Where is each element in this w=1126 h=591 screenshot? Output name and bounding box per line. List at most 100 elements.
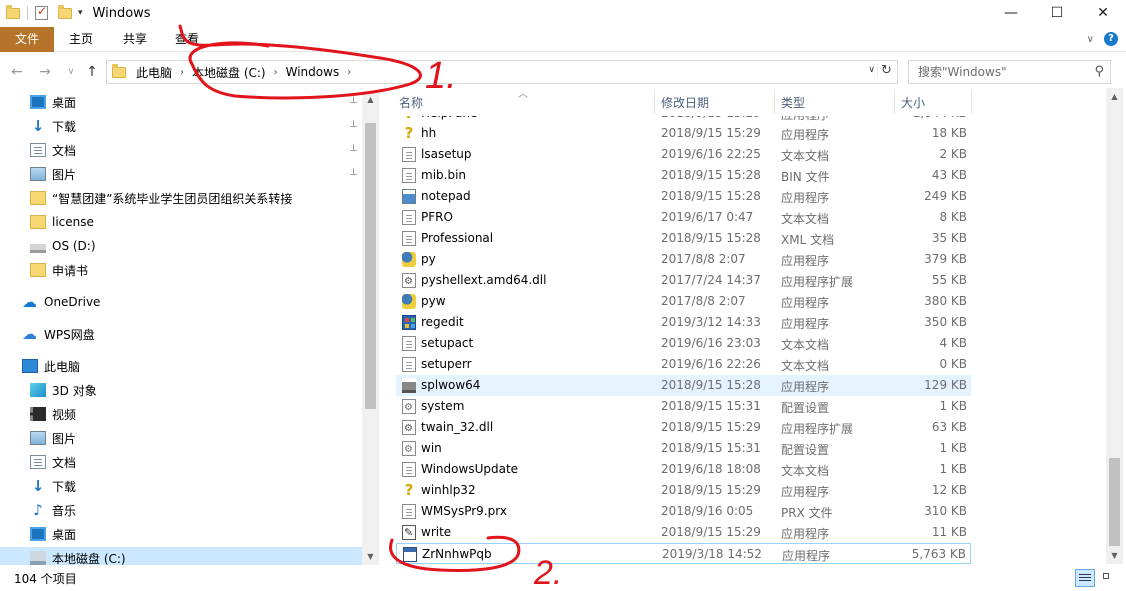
- file-row[interactable]: regedit 2019/3/12 14:33 应用程序 350 KB: [396, 312, 971, 333]
- sidebar-item[interactable]: ↓ 下载: [30, 475, 76, 497]
- properties-icon[interactable]: [35, 4, 48, 20]
- nav-pane-scrollbar[interactable]: ▲ ▼: [362, 91, 379, 565]
- column-header-type[interactable]: 类型: [781, 88, 805, 116]
- pin-icon[interactable]: ⊥: [349, 143, 358, 154]
- file-row[interactable]: notepad 2018/9/15 15:28 应用程序 249 KB: [396, 186, 971, 207]
- new-folder-icon[interactable]: [58, 4, 72, 19]
- file-row[interactable]: PFRO 2019/6/17 0:47 文本文档 8 KB: [396, 207, 971, 228]
- sidebar-item[interactable]: 本地磁盘 (C:): [0, 547, 362, 565]
- column-divider[interactable]: [654, 90, 655, 114]
- column-header-name[interactable]: 名称: [399, 88, 423, 116]
- chevron-right-icon[interactable]: ›: [347, 67, 351, 78]
- file-row[interactable]: splwow64 2018/9/15 15:28 应用程序 129 KB: [396, 375, 971, 396]
- column-divider[interactable]: [894, 90, 895, 114]
- sidebar-item[interactable]: 视频: [30, 403, 76, 425]
- file-type: 文本文档: [781, 338, 830, 352]
- scrollbar-thumb[interactable]: [1109, 458, 1120, 546]
- pin-icon[interactable]: ⊥: [349, 95, 358, 106]
- column-divider[interactable]: [774, 90, 775, 114]
- minimize-button[interactable]: —: [988, 0, 1034, 26]
- file-row[interactable]: ? hh 2018/9/15 15:29 应用程序 18 KB: [396, 123, 971, 144]
- back-button[interactable]: ←: [8, 62, 26, 82]
- file-row[interactable]: write 2018/9/15 15:29 应用程序 11 KB: [396, 522, 971, 543]
- sidebar-item[interactable]: OS (D:): [30, 235, 96, 257]
- tab-share[interactable]: 共享: [116, 27, 154, 52]
- tab-file[interactable]: 文件: [0, 27, 54, 52]
- file-modified-date: 2018/9/15 15:29: [661, 420, 761, 434]
- file-size: 12 KB: [931, 483, 967, 497]
- file-row[interactable]: win 2018/9/15 15:31 配置设置 1 KB: [396, 438, 971, 459]
- details-view-button[interactable]: [1075, 569, 1095, 587]
- folder-icon: [30, 263, 46, 277]
- scrollbar-thumb[interactable]: [365, 123, 376, 409]
- sidebar-item[interactable]: 此电脑: [22, 355, 80, 377]
- sidebar-item[interactable]: ☁ OneDrive: [22, 291, 100, 313]
- file-row[interactable]: ZrNnhwPqb 2019/3/18 14:52 应用程序 5,763 KB: [396, 543, 971, 564]
- sidebar-item[interactable]: 文档: [30, 139, 76, 161]
- file-row[interactable]: WMSysPr9.prx 2018/9/16 0:05 PRX 文件 310 KB: [396, 501, 971, 522]
- recent-locations-button[interactable]: ∨: [62, 62, 80, 82]
- file-row[interactable]: twain_32.dll 2018/9/15 15:29 应用程序扩展 63 KB: [396, 417, 971, 438]
- scroll-down-arrow[interactable]: ▼: [362, 548, 379, 565]
- file-row[interactable]: pyw 2017/8/8 2:07 应用程序 380 KB: [396, 291, 971, 312]
- sidebar-item[interactable]: 3D 对象: [30, 379, 97, 401]
- file-row[interactable]: system 2018/9/15 15:31 配置设置 1 KB: [396, 396, 971, 417]
- write-icon: [402, 525, 416, 540]
- scroll-down-arrow[interactable]: ▼: [1106, 547, 1123, 564]
- sidebar-item[interactable]: 图片: [30, 427, 76, 449]
- column-divider[interactable]: [971, 90, 972, 114]
- file-row[interactable]: ? winhlp32 2018/9/15 15:29 应用程序 12 KB: [396, 480, 971, 501]
- file-row[interactable]: setupact 2019/6/16 23:03 文本文档 4 KB: [396, 333, 971, 354]
- chevron-right-icon[interactable]: ›: [180, 67, 184, 78]
- tab-home[interactable]: 主页: [62, 27, 100, 52]
- sidebar-item[interactable]: 申请书: [30, 259, 88, 281]
- file-list-scrollbar[interactable]: ▲ ▼: [1106, 88, 1123, 564]
- file-row[interactable]: mib.bin 2018/9/15 15:28 BIN 文件 43 KB: [396, 165, 971, 186]
- file-name: pyw: [421, 294, 446, 308]
- scroll-up-arrow[interactable]: ▲: [362, 91, 379, 108]
- expand-ribbon-icon[interactable]: ∨: [1087, 34, 1094, 45]
- file-row[interactable]: lsasetup 2019/6/16 22:25 文本文档 2 KB: [396, 144, 971, 165]
- sidebar-item[interactable]: “智慧团建”系统毕业学生团员团组织关系转接: [30, 187, 292, 209]
- sidebar-item[interactable]: ♪ 音乐: [30, 499, 76, 521]
- file-modified-date: 2019/6/18 18:08: [661, 462, 761, 476]
- file-size: 4 KB: [939, 336, 967, 350]
- chevron-right-icon[interactable]: ›: [274, 67, 278, 78]
- sidebar-item[interactable]: ☁ WPS网盘: [22, 323, 95, 345]
- forward-button[interactable]: →: [36, 62, 54, 82]
- file-row[interactable]: pyshellext.amd64.dll 2017/7/24 14:37 应用程序扩…: [396, 270, 971, 291]
- column-header-size[interactable]: 大小: [901, 88, 925, 116]
- sidebar-item[interactable]: license: [30, 211, 94, 233]
- sidebar-item[interactable]: ↓ 下载: [30, 115, 76, 137]
- sidebar-item[interactable]: 桌面: [30, 523, 76, 545]
- customize-toolbar-icon[interactable]: ▾: [78, 8, 83, 18]
- file-size: 11 KB: [931, 525, 967, 539]
- column-header-modified[interactable]: 修改日期: [661, 88, 709, 116]
- sidebar-item[interactable]: 桌面: [30, 91, 76, 113]
- up-button[interactable]: ↑: [83, 62, 101, 82]
- file-row[interactable]: setuperr 2019/6/16 22:26 文本文档 0 KB: [396, 354, 971, 375]
- search-input[interactable]: 搜索"Windows" ⚲: [908, 60, 1111, 84]
- pin-icon[interactable]: ⊥: [349, 119, 358, 130]
- scroll-up-arrow[interactable]: ▲: [1106, 88, 1123, 105]
- close-button[interactable]: ✕: [1080, 0, 1126, 26]
- tab-view[interactable]: 查看: [168, 27, 206, 52]
- refresh-button[interactable]: ↻: [877, 63, 895, 78]
- sidebar-item[interactable]: 文档: [30, 451, 76, 473]
- file-row[interactable]: WindowsUpdate 2019/6/18 18:08 文本文档 1 KB: [396, 459, 971, 480]
- search-icon[interactable]: ⚲: [1094, 61, 1104, 83]
- breadcrumb-local-disk[interactable]: 本地磁盘 (C:): [192, 64, 266, 81]
- maximize-button[interactable]: ☐: [1034, 0, 1080, 26]
- sidebar-item-label: 图片: [52, 431, 77, 446]
- large-icons-view-button[interactable]: [1099, 569, 1119, 587]
- breadcrumb-windows[interactable]: Windows: [286, 65, 340, 79]
- address-bar[interactable]: 此电脑 › 本地磁盘 (C:) › Windows › ∨ ↻: [106, 60, 898, 84]
- pin-icon[interactable]: ⊥: [349, 167, 358, 178]
- help-icon[interactable]: ?: [1104, 32, 1118, 46]
- file-modified-date: 2019/6/16 23:03: [661, 336, 761, 350]
- breadcrumb-this-pc[interactable]: 此电脑: [136, 64, 172, 81]
- file-row[interactable]: py 2017/8/8 2:07 应用程序 379 KB: [396, 249, 971, 270]
- file-row[interactable]: Professional 2018/9/15 15:28 XML 文档 35 KB: [396, 228, 971, 249]
- address-dropdown-icon[interactable]: ∨: [868, 65, 875, 75]
- sidebar-item[interactable]: 图片: [30, 163, 76, 185]
